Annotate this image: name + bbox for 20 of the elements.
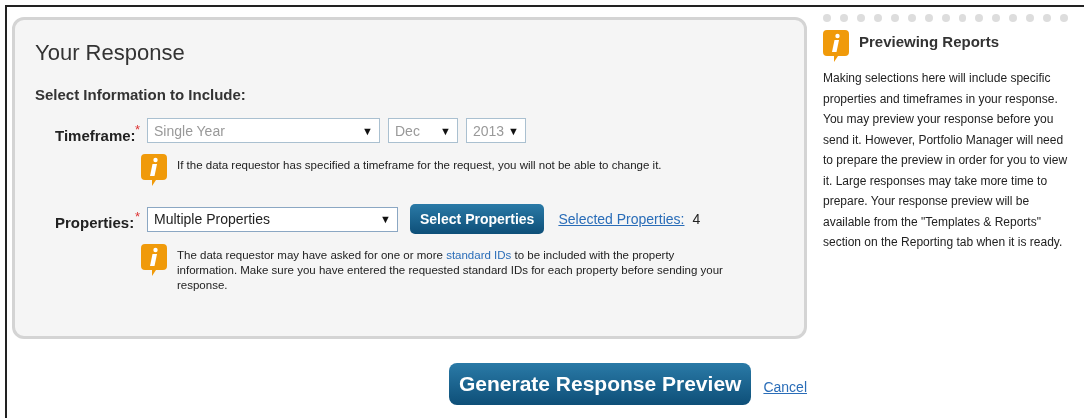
dropdown[interactable]: Multiple Properties ▼ bbox=[147, 206, 398, 232]
field-label: Properties: bbox=[55, 214, 135, 233]
panel-title: Your Response bbox=[35, 40, 186, 66]
section-heading: Select Information to Include: bbox=[35, 86, 247, 103]
info-icon bbox=[141, 154, 167, 186]
select-properties-button[interactable]: Select Properties bbox=[410, 204, 545, 234]
generate-preview-button[interactable]: Generate Response Preview bbox=[448, 363, 752, 405]
selected-properties-link[interactable]: Selected Properties: bbox=[558, 211, 685, 227]
field-label: Timeframe: bbox=[55, 127, 135, 144]
info-note: If the data requestor has specified a timeframe for the request, you will not be able to change it. bbox=[177, 158, 663, 173]
cancel-link[interactable]: Cancel bbox=[763, 379, 807, 395]
sidebar-text: Making selections here will include specific properties and timeframes in your response. You may preview your response before you send it. However, Portfolio Manager will need to prepare the preview in order for you to view it. Large responses may take more time to prepare. Your response preview will be available from the "Templates & Reports" section on the Reporting tab when it is ready. bbox=[823, 70, 1068, 251]
required-mark: * bbox=[135, 122, 142, 139]
info-icon bbox=[823, 30, 849, 62]
info-note: The data requestor may have asked for one or more standard IDs to be included with the property information. Make sure you have entered the requested standard IDs for each property before sending your response. bbox=[177, 248, 724, 293]
selected-count: 4 bbox=[692, 211, 701, 227]
info-icon bbox=[141, 244, 167, 276]
standard-ids-link[interactable]: standard IDs bbox=[446, 249, 512, 261]
required-mark: * bbox=[135, 209, 142, 226]
sidebar-title: Previewing Reports bbox=[859, 33, 1000, 50]
